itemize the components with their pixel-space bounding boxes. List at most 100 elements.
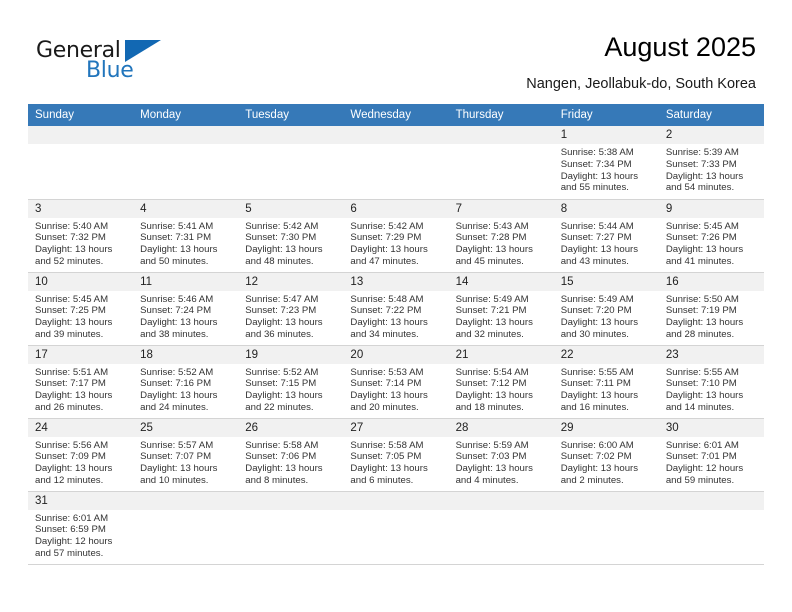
day-sunrise-text: Sunrise: 5:52 AM	[140, 366, 214, 378]
day-number	[238, 491, 344, 510]
day-sunset-text: Sunset: 7:14 PM	[350, 378, 422, 390]
day-number: 17	[28, 345, 134, 364]
weekday-header-monday: Monday	[133, 104, 239, 126]
calendar-day-cell[interactable]: 22 Sunrise: 5:55 AM Sunset: 7:11 PM Dayligh…	[553, 344, 659, 419]
day-info: Sunrise: 6:00 AM Sunset: 7:02 PM Daylight:…	[554, 437, 659, 487]
general-blue-logo[interactable]: General Blue	[36, 38, 236, 88]
calendar-day-cell[interactable]: 2 Sunrise: 5:39 AM Sunset: 7:33 PM Daylight…	[658, 126, 764, 200]
day-number: 9	[658, 199, 764, 218]
calendar-day-cell[interactable]: 12 Sunrise: 5:47 AM Sunset: 7:23 PM Dayligh…	[238, 271, 344, 346]
calendar-day-cell[interactable]: 16 Sunrise: 5:50 AM Sunset: 7:19 PM Dayligh…	[658, 271, 764, 346]
day-info: Sunrise: 5:56 AM Sunset: 7:09 PM Daylight:…	[28, 437, 133, 487]
day-daylight2-text: and 54 minutes.	[665, 182, 735, 194]
day-daylight2-text: and 50 minutes.	[140, 255, 209, 267]
calendar-day-cell[interactable]: 1 Sunrise: 5:38 AM Sunset: 7:34 PM Daylight…	[553, 126, 659, 200]
calendar-day-cell[interactable]: 28 Sunrise: 5:59 AM Sunset: 7:03 PM Dayligh…	[448, 417, 554, 492]
day-cell-inner: 23 Sunrise: 5:55 AM Sunset: 7:10 PM Dayligh…	[658, 345, 764, 418]
calendar-day-cell[interactable]: 27 Sunrise: 5:58 AM Sunset: 7:05 PM Dayligh…	[343, 417, 449, 492]
day-info: Sunrise: 5:54 AM Sunset: 7:12 PM Daylight:…	[449, 364, 554, 414]
day-sunrise-text: Sunrise: 5:53 AM	[350, 366, 424, 378]
calendar-day-cell[interactable]: 23 Sunrise: 5:55 AM Sunset: 7:10 PM Dayligh…	[658, 344, 764, 419]
day-daylight1-text: Daylight: 13 hours	[245, 390, 323, 402]
day-daylight2-text: and 18 minutes.	[455, 401, 524, 413]
calendar-day-cell[interactable]: 19 Sunrise: 5:52 AM Sunset: 7:15 PM Dayligh…	[238, 344, 344, 419]
calendar-day-cell[interactable]: 29 Sunrise: 6:00 AM Sunset: 7:02 PM Dayligh…	[553, 417, 659, 492]
day-cell-inner: 17 Sunrise: 5:51 AM Sunset: 7:17 PM Dayligh…	[28, 345, 134, 418]
calendar-day-cell[interactable]: 4 Sunrise: 5:41 AM Sunset: 7:31 PM Daylight…	[133, 198, 239, 273]
day-daylight2-text: and 38 minutes.	[140, 328, 209, 340]
day-cell-inner	[658, 491, 764, 564]
day-cell-inner: 28 Sunrise: 5:59 AM Sunset: 7:03 PM Dayligh…	[448, 418, 554, 491]
day-daylight2-text: and 8 minutes.	[245, 474, 309, 486]
day-daylight1-text: Daylight: 13 hours	[455, 244, 533, 256]
calendar-day-cell[interactable]: 10 Sunrise: 5:45 AM Sunset: 7:25 PM Dayligh…	[28, 271, 134, 346]
day-sunrise-text: Sunrise: 5:46 AM	[140, 293, 214, 305]
calendar-day-cell[interactable]: 25 Sunrise: 5:57 AM Sunset: 7:07 PM Dayligh…	[133, 417, 239, 492]
day-sunrise-text: Sunrise: 5:51 AM	[35, 366, 109, 378]
day-daylight2-text: and 59 minutes.	[665, 474, 735, 486]
day-number: 3	[28, 199, 134, 218]
day-sunset-text: Sunset: 7:30 PM	[245, 232, 317, 244]
calendar-day-cell[interactable]: 13 Sunrise: 5:48 AM Sunset: 7:22 PM Dayligh…	[343, 271, 449, 346]
day-sunset-text: Sunset: 7:01 PM	[665, 451, 737, 463]
calendar-day-cell[interactable]: 30 Sunrise: 6:01 AM Sunset: 7:01 PM Dayligh…	[658, 417, 764, 492]
day-daylight1-text: Daylight: 13 hours	[665, 317, 744, 329]
day-daylight2-text: and 45 minutes.	[455, 255, 524, 267]
day-sunset-text: Sunset: 6:59 PM	[35, 524, 106, 536]
calendar-cell-empty	[658, 490, 764, 565]
day-cell-inner: 19 Sunrise: 5:52 AM Sunset: 7:15 PM Dayligh…	[238, 345, 344, 418]
day-number: 27	[343, 418, 449, 437]
day-number: 11	[133, 272, 239, 291]
calendar-day-cell[interactable]: 17 Sunrise: 5:51 AM Sunset: 7:17 PM Dayligh…	[28, 344, 134, 419]
day-daylight2-text: and 28 minutes.	[665, 328, 735, 340]
calendar-day-cell[interactable]: 24 Sunrise: 5:56 AM Sunset: 7:09 PM Dayligh…	[28, 417, 134, 492]
day-daylight1-text: Daylight: 13 hours	[140, 317, 218, 329]
day-sunrise-text: Sunrise: 6:01 AM	[35, 512, 109, 524]
day-sunrise-text: Sunrise: 5:45 AM	[665, 220, 739, 232]
day-sunrise-text: Sunrise: 5:49 AM	[455, 293, 529, 305]
calendar-day-cell[interactable]: 15 Sunrise: 5:49 AM Sunset: 7:20 PM Dayligh…	[553, 271, 659, 346]
day-daylight2-text: and 10 minutes.	[140, 474, 209, 486]
day-sunset-text: Sunset: 7:32 PM	[35, 232, 106, 244]
day-sunset-text: Sunset: 7:28 PM	[455, 232, 527, 244]
day-number: 8	[553, 199, 659, 218]
calendar-day-cell[interactable]: 18 Sunrise: 5:52 AM Sunset: 7:16 PM Dayligh…	[133, 344, 239, 419]
day-number	[133, 491, 239, 510]
day-info: Sunrise: 5:58 AM Sunset: 7:05 PM Daylight:…	[343, 437, 448, 487]
calendar-day-cell[interactable]: 9 Sunrise: 5:45 AM Sunset: 7:26 PM Daylight…	[658, 198, 764, 273]
calendar-cell-empty	[343, 126, 449, 200]
day-number	[553, 491, 659, 510]
weekday-header-sunday: Sunday	[28, 104, 134, 126]
calendar-day-cell[interactable]: 5 Sunrise: 5:42 AM Sunset: 7:30 PM Daylight…	[238, 198, 344, 273]
day-info: Sunrise: 5:52 AM Sunset: 7:15 PM Daylight:…	[238, 364, 343, 414]
calendar-day-cell[interactable]: 7 Sunrise: 5:43 AM Sunset: 7:28 PM Daylight…	[448, 198, 554, 273]
day-number: 26	[238, 418, 344, 437]
calendar-day-cell[interactable]: 11 Sunrise: 5:46 AM Sunset: 7:24 PM Dayligh…	[133, 271, 239, 346]
calendar-day-cell[interactable]: 21 Sunrise: 5:54 AM Sunset: 7:12 PM Dayligh…	[448, 344, 554, 419]
calendar-day-cell[interactable]: 8 Sunrise: 5:44 AM Sunset: 7:27 PM Daylight…	[553, 198, 659, 273]
day-daylight2-text: and 12 minutes.	[35, 474, 104, 486]
day-cell-inner: 13 Sunrise: 5:48 AM Sunset: 7:22 PM Dayligh…	[343, 272, 449, 345]
day-info: Sunrise: 5:46 AM Sunset: 7:24 PM Daylight:…	[133, 291, 238, 341]
day-daylight1-text: Daylight: 13 hours	[665, 390, 744, 402]
day-sunrise-text: Sunrise: 5:55 AM	[560, 366, 634, 378]
day-sunrise-text: Sunrise: 5:52 AM	[245, 366, 319, 378]
day-sunset-text: Sunset: 7:02 PM	[560, 451, 632, 463]
day-number	[448, 491, 554, 510]
day-sunrise-text: Sunrise: 5:48 AM	[350, 293, 424, 305]
day-info: Sunrise: 5:59 AM Sunset: 7:03 PM Daylight:…	[449, 437, 554, 487]
calendar-day-cell[interactable]: 20 Sunrise: 5:53 AM Sunset: 7:14 PM Dayligh…	[343, 344, 449, 419]
day-number: 7	[448, 199, 554, 218]
day-info: Sunrise: 5:52 AM Sunset: 7:16 PM Daylight:…	[133, 364, 238, 414]
day-cell-inner: 3 Sunrise: 5:40 AM Sunset: 7:32 PM Daylight…	[28, 199, 134, 272]
calendar-day-cell[interactable]: 3 Sunrise: 5:40 AM Sunset: 7:32 PM Daylight…	[28, 198, 134, 273]
calendar-day-cell[interactable]: 14 Sunrise: 5:49 AM Sunset: 7:21 PM Dayligh…	[448, 271, 554, 346]
calendar-cell-empty	[448, 126, 554, 200]
calendar-day-cell[interactable]: 31 Sunrise: 6:01 AM Sunset: 6:59 PM Dayligh…	[28, 490, 134, 565]
calendar-day-cell[interactable]: 26 Sunrise: 5:58 AM Sunset: 7:06 PM Dayligh…	[238, 417, 344, 492]
day-number	[658, 491, 764, 510]
day-daylight1-text: Daylight: 13 hours	[560, 317, 639, 329]
calendar-day-cell[interactable]: 6 Sunrise: 5:42 AM Sunset: 7:29 PM Daylight…	[343, 198, 449, 273]
day-sunset-text: Sunset: 7:15 PM	[245, 378, 317, 390]
calendar-cell-empty	[448, 490, 554, 565]
